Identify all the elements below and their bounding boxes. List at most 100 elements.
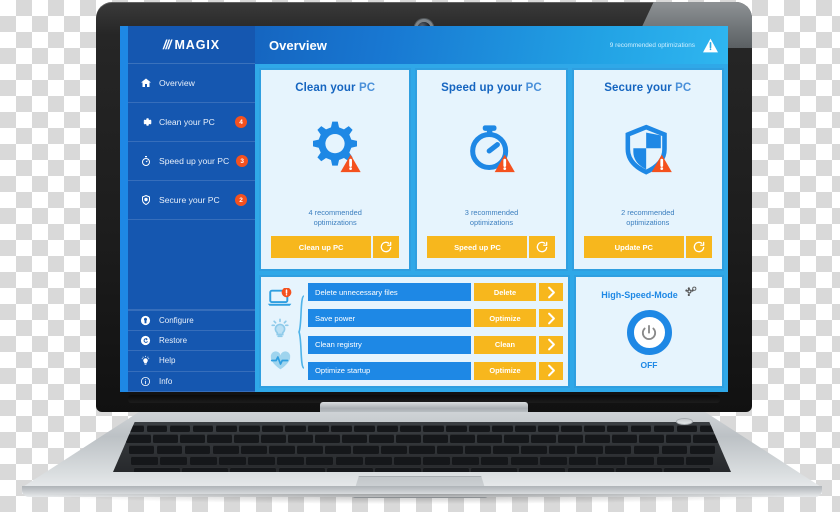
task-name-delete-files[interactable]: Delete unnecessary files: [308, 283, 471, 301]
keyboard-key: [134, 467, 180, 472]
sidebar-item-overview[interactable]: Overview: [128, 64, 255, 103]
keyboard-key: [689, 445, 716, 454]
table-row: Save power Optimize: [308, 309, 563, 328]
keyboard-key: [510, 456, 538, 465]
task-action-optimize-startup[interactable]: Optimize: [474, 361, 536, 380]
sidebar-item-restore[interactable]: Restore: [128, 331, 255, 351]
keyboard-key: [661, 445, 688, 454]
task-name-optimize-startup[interactable]: Optimize startup: [308, 361, 471, 380]
card-clean-your-pc[interactable]: Clean your PC 4 recommended optimization…: [259, 68, 412, 271]
sidebar-item-secure-label: Secure your PC: [159, 195, 220, 205]
keyboard-key: [393, 456, 421, 465]
keyboard-key: [471, 467, 518, 472]
keyboard-key: [664, 467, 710, 472]
chevron-right-icon[interactable]: [539, 283, 563, 301]
keyboard-key: [423, 434, 448, 443]
stopwatch-icon: [139, 155, 152, 168]
tasks-brace: [298, 283, 305, 380]
card-speed-actions: Speed up PC: [427, 236, 556, 258]
card-speed-title: Speed up your PC: [441, 82, 542, 94]
card-secure-title-light: PC: [675, 82, 692, 94]
sidebar-item-help[interactable]: Help: [128, 351, 255, 372]
warning-triangle-icon[interactable]: [702, 38, 719, 53]
task-name-clean-registry[interactable]: Clean registry: [308, 335, 471, 354]
card-clean-rec-line2: optimizations: [313, 218, 357, 228]
sidebar-item-overview-label: Overview: [159, 78, 195, 88]
card-secure-rec-line1: 2 recommended: [621, 208, 675, 218]
laptop-lid: /// MAGIX Overview Clean your PC 4 Speed…: [96, 2, 752, 412]
keyboard-key: [656, 456, 684, 465]
task-name-save-power[interactable]: Save power: [308, 309, 471, 328]
keyboard-key: [515, 425, 537, 432]
laptop-mockup: /// MAGIX Overview Clean your PC 4 Speed…: [0, 0, 840, 512]
keyboard-key: [521, 445, 548, 454]
keyboard-key: [156, 445, 183, 454]
keyboard-key: [630, 425, 652, 432]
sidebar-item-info-label: Info: [159, 376, 173, 386]
sidebar-item-help-label: Help: [159, 356, 176, 366]
card-secure-your-pc[interactable]: Secure your PC 2 recommended optimizatio…: [571, 68, 724, 271]
configure-icon: [139, 314, 152, 327]
keyboard-key: [504, 434, 530, 443]
keyboard-key: [381, 445, 407, 454]
laptop-keyboard: [113, 422, 731, 472]
sidebar-item-configure[interactable]: Configure: [128, 310, 255, 331]
chevron-right-icon[interactable]: [539, 361, 563, 380]
laptop-base-shadow: [40, 494, 804, 504]
tasks-panel: Delete unnecessary files Delete Save pow…: [259, 275, 570, 388]
refresh-icon[interactable]: [685, 236, 712, 258]
card-secure-actions: Update PC: [583, 236, 712, 258]
keyboard-key: [519, 467, 566, 472]
keyboard-row: [113, 466, 731, 472]
sidebar-accent-stripe: [120, 26, 128, 392]
card-secure-title-strong: Secure your: [604, 82, 672, 94]
card-speed-up-your-pc[interactable]: Speed up your PC 3 recommended optimizat…: [415, 68, 568, 271]
keyboard-key: [278, 467, 325, 472]
table-row: Optimize startup Optimize: [308, 361, 563, 380]
keyboard-key: [666, 434, 692, 443]
keyboard-key: [182, 467, 229, 472]
high-speed-mode-state: OFF: [640, 360, 658, 370]
sidebar-item-clean[interactable]: Clean your PC 4: [128, 103, 255, 142]
card-clean-title: Clean your PC: [295, 82, 375, 94]
keyboard-key: [260, 434, 286, 443]
refresh-icon[interactable]: [373, 236, 400, 258]
power-icon: [641, 324, 657, 340]
task-action-delete[interactable]: Delete: [474, 283, 536, 301]
keyboard-key: [549, 445, 576, 454]
card-clean-title-light: PC: [358, 82, 376, 94]
card-speed-recommendation: 3 recommended optimizations: [465, 208, 518, 228]
card-clean-title-strong: Clean your: [295, 82, 356, 94]
shield-icon: [139, 194, 152, 207]
chevron-right-icon[interactable]: [539, 335, 563, 354]
keyboard-row: [113, 455, 731, 466]
keyboard-key: [131, 456, 159, 465]
keyboard-key: [352, 445, 379, 454]
gear-settings-icon[interactable]: [684, 286, 697, 304]
keyboard-key: [247, 456, 275, 465]
keyboard-key: [396, 434, 421, 443]
update-pc-button[interactable]: Update PC: [583, 236, 684, 258]
keyboard-key: [639, 434, 665, 443]
magix-app-window: /// MAGIX Overview Clean your PC 4 Speed…: [120, 26, 728, 392]
keyboard-key: [437, 445, 463, 454]
keyboard-key: [452, 456, 480, 465]
content-area: Clean your PC 4 recommended optimization…: [255, 64, 728, 392]
brand-logo: /// MAGIX: [128, 26, 255, 64]
refresh-icon[interactable]: [529, 236, 556, 258]
keyboard-key: [465, 445, 492, 454]
keyboard-key: [335, 456, 363, 465]
speed-up-pc-button[interactable]: Speed up PC: [427, 236, 528, 258]
chevron-right-icon[interactable]: [539, 309, 563, 328]
keyboard-row: [113, 433, 731, 444]
sidebar-item-secure[interactable]: Secure your PC 2: [128, 181, 255, 220]
keyboard-key: [212, 445, 239, 454]
task-action-clean[interactable]: Clean: [474, 335, 536, 354]
sidebar-item-info[interactable]: Info: [128, 372, 255, 392]
high-speed-mode-panel: High-Speed-Mode OFF: [574, 275, 724, 388]
keyboard-key: [569, 456, 596, 465]
sidebar-item-speed[interactable]: Speed up your PC 3: [128, 142, 255, 181]
power-toggle-button[interactable]: [626, 310, 672, 355]
clean-up-pc-button[interactable]: Clean up PC: [271, 236, 372, 258]
task-action-optimize-power[interactable]: Optimize: [474, 309, 536, 328]
